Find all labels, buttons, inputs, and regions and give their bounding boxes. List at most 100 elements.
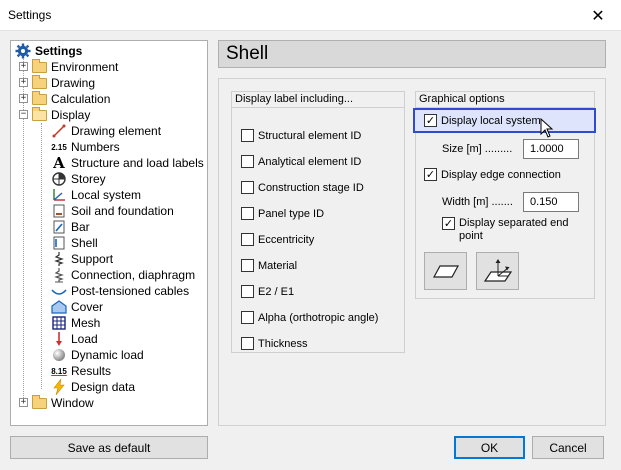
tree-item-bar[interactable]: Bar [51,219,90,235]
labels-icon: A [53,154,65,172]
width-input[interactable]: 0.150 [523,192,579,212]
tree-item-drawing[interactable]: + Drawing [15,74,205,91]
checkbox[interactable] [241,207,254,220]
checkbox-display-edge-connection[interactable]: ✓ Display edge connection [424,168,561,181]
cover-icon [51,299,67,315]
plane-icon [432,265,459,278]
mesh-icon [51,315,67,331]
close-icon[interactable]: ✕ [575,0,621,31]
checkbox-label: Alpha (orthotropic angle) [258,311,379,324]
checkbox[interactable] [241,181,254,194]
expand-icon[interactable]: + [19,78,28,87]
tree-item-numbers[interactable]: 2.15 Numbers [51,139,120,155]
gear-icon [15,43,31,59]
plane-view-button[interactable] [424,252,467,290]
tree-item-dynamic-load[interactable]: Dynamic load [51,347,144,363]
checkbox-analytical-element-id[interactable]: Analytical element ID [241,155,361,168]
checkbox-checked[interactable]: ✓ [424,114,437,127]
tree-item-window[interactable]: + Window [15,394,205,411]
width-label: Width [m] ....... [442,196,513,208]
folder-icon [31,394,47,411]
checkbox-material[interactable]: Material [241,259,297,272]
checkbox-display-local-system[interactable]: ✓ Display local system [424,114,541,127]
tree-item-results[interactable]: 8.15 Results [51,363,111,379]
tree-item-storey[interactable]: Storey [51,171,106,187]
tree-item-label: Mesh [71,316,101,330]
drawing-element-icon [51,123,67,139]
tree-item-label: Display [51,108,91,122]
checkbox-panel-type-id[interactable]: Panel type ID [241,207,324,220]
tree-item-settings[interactable]: Settings [15,43,82,59]
tree-item-local-system[interactable]: Local system [51,187,141,203]
tree-item-soil[interactable]: Soil and foundation [51,203,174,219]
cancel-button[interactable]: Cancel [532,436,604,459]
lightning-icon [51,379,67,395]
save-as-default-button[interactable]: Save as default [10,436,208,459]
checkbox-display-separated-end[interactable]: ✓ Display separated end point [442,217,568,243]
checkbox-label: Panel type ID [258,207,325,220]
collapse-icon[interactable]: − [19,110,28,119]
checkbox[interactable] [241,259,254,272]
tree-item-cover[interactable]: Cover [51,299,103,315]
checkbox[interactable] [241,311,254,324]
size-label: Size [m] ......... [442,143,513,155]
ok-button[interactable]: OK [454,436,525,459]
graphical-options-group: Graphical options ✓ Display local system … [413,91,596,299]
tree-item-load[interactable]: Load [51,331,98,347]
tree-item-label: Numbers [71,140,120,154]
expand-icon[interactable]: + [19,398,28,407]
checkbox-eccentricity[interactable]: Eccentricity [241,233,314,246]
tree-item-environment[interactable]: + Environment [15,58,205,75]
checkbox-checked[interactable]: ✓ [442,217,455,230]
tree-item-label: Local system [71,188,142,202]
tree-item-drawing-element[interactable]: Drawing element [51,123,161,139]
local-system-icon [51,187,67,203]
settings-tree[interactable]: Settings + Environment + Drawing + Calcu… [10,40,208,426]
tree-item-label: Load [71,332,98,346]
checkbox[interactable] [241,155,254,168]
checkbox-label: Display separated end [459,217,569,229]
load-icon [51,331,67,347]
checkbox-e2-e1[interactable]: E2 / E1 [241,285,294,298]
connection-icon [51,267,67,283]
plane-axes-button[interactable] [476,252,519,290]
checkbox-thickness[interactable]: Thickness [241,337,308,350]
tree-item-label: Post-tensioned cables [71,284,190,298]
tree-item-structure-labels[interactable]: A Structure and load labels [51,154,204,172]
tree-item-label: Design data [71,380,136,394]
tree-item-mesh[interactable]: Mesh [51,315,100,331]
expand-icon[interactable]: + [19,94,28,103]
checkbox-alpha[interactable]: Alpha (orthotropic angle) [241,311,378,324]
tree-item-label: Cover [71,300,104,314]
tree-item-label: Dynamic load [71,348,144,362]
numbers-icon: 2.15 [51,142,67,152]
expand-icon[interactable]: + [19,62,28,71]
size-input[interactable]: 1.0000 [523,139,579,159]
tree-item-support[interactable]: Support [51,251,113,267]
tree-item-shell[interactable]: Shell [51,235,98,251]
checkbox[interactable] [241,285,254,298]
checkbox-label: Structural element ID [258,129,362,142]
checkbox-structural-element-id[interactable]: Structural element ID [241,129,361,142]
checkbox[interactable] [241,337,254,350]
tree-item-display[interactable]: − Display [15,106,205,123]
checkbox-construction-stage-id[interactable]: Construction stage ID [241,181,364,194]
checkbox[interactable] [241,129,254,142]
checkbox-checked[interactable]: ✓ [424,168,437,181]
tree-item-label: Soil and foundation [71,204,174,218]
page-header: Shell [218,40,606,68]
tree-item-cables[interactable]: Post-tensioned cables [51,283,189,299]
checkbox-label: Construction stage ID [258,181,364,194]
tree-item-label: Connection, diaphragm [71,268,196,282]
graphical-options-header: Graphical options [416,92,594,108]
tree-item-connection[interactable]: Connection, diaphragm [51,267,195,283]
tree-item-design-data[interactable]: Design data [51,379,135,395]
display-label-header: Display label including... [232,92,404,108]
checkbox-label: Display local system [441,114,541,127]
display-label-group: Display label including... Structural el… [231,91,405,353]
shell-icon [51,235,67,251]
checkbox-label: Display edge connection [441,168,561,181]
tree-item-calculation[interactable]: + Calculation [15,90,205,107]
soil-icon [51,203,67,219]
checkbox[interactable] [241,233,254,246]
